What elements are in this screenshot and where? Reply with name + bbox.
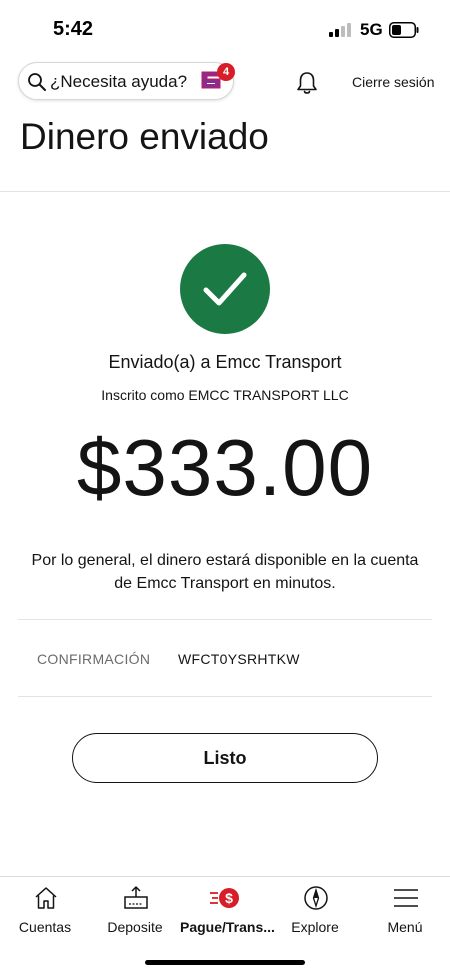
- nav-item-pay-transfer[interactable]: $ Pague/Trans...: [180, 877, 275, 947]
- nav-label: Pague/Trans...: [180, 919, 275, 935]
- enrolled-as-line: Inscrito como EMCC TRANSPORT LLC: [101, 387, 349, 403]
- status-time: 5:42: [53, 18, 94, 40]
- svg-text:$: $: [225, 890, 233, 906]
- nav-item-accounts[interactable]: Cuentas: [0, 877, 90, 947]
- compass-icon: [304, 886, 328, 910]
- availability-line-1: Por lo general, el dinero estará disponi…: [31, 552, 419, 569]
- nav-label: Explore: [291, 919, 339, 935]
- done-button[interactable]: Listo: [72, 733, 378, 783]
- notification-badge: 4: [217, 63, 235, 81]
- home-indicator: [145, 960, 305, 965]
- status-bar: 5:42 5G: [0, 0, 450, 60]
- hamburger-menu-icon: [394, 889, 418, 907]
- recipient-line: Enviado(a) a Emcc Transport: [108, 352, 342, 372]
- nav-label: Cuentas: [18, 919, 72, 935]
- help-search-label: ¿Necesita ayuda?: [50, 72, 188, 91]
- nav-label: Menú: [387, 919, 423, 935]
- pay-transfer-icon: $: [210, 888, 239, 908]
- search-icon: [28, 73, 46, 91]
- nav-label: Deposite: [107, 919, 163, 935]
- availability-message: Por lo general, el dinero estará disponi…: [20, 549, 430, 595]
- deposit-icon: [124, 886, 148, 909]
- confirmation-label: CONFIRMACIÓN: [37, 651, 151, 667]
- network-type: 5G: [360, 20, 383, 39]
- home-icon: [35, 887, 57, 909]
- amount-sent: $333.00: [76, 423, 374, 512]
- divider: [18, 696, 432, 697]
- divider: [18, 619, 432, 620]
- success-checkmark-icon: [180, 244, 270, 334]
- battery-icon: [389, 22, 419, 38]
- nav-item-explore[interactable]: Explore: [270, 877, 360, 947]
- sign-out-link[interactable]: Cierre sesión: [352, 74, 434, 90]
- signal-strength-icon: [329, 23, 353, 37]
- confirmation-number: WFCT0YSRHTKW: [178, 651, 300, 667]
- availability-line-2: de Emcc Transport en minutos.: [114, 575, 336, 592]
- nav-item-menu[interactable]: Menú: [360, 877, 450, 947]
- bell-icon[interactable]: [295, 70, 319, 96]
- page-title: Dinero enviado: [20, 116, 269, 157]
- divider: [0, 191, 450, 192]
- nav-item-deposit[interactable]: Deposite: [90, 877, 180, 947]
